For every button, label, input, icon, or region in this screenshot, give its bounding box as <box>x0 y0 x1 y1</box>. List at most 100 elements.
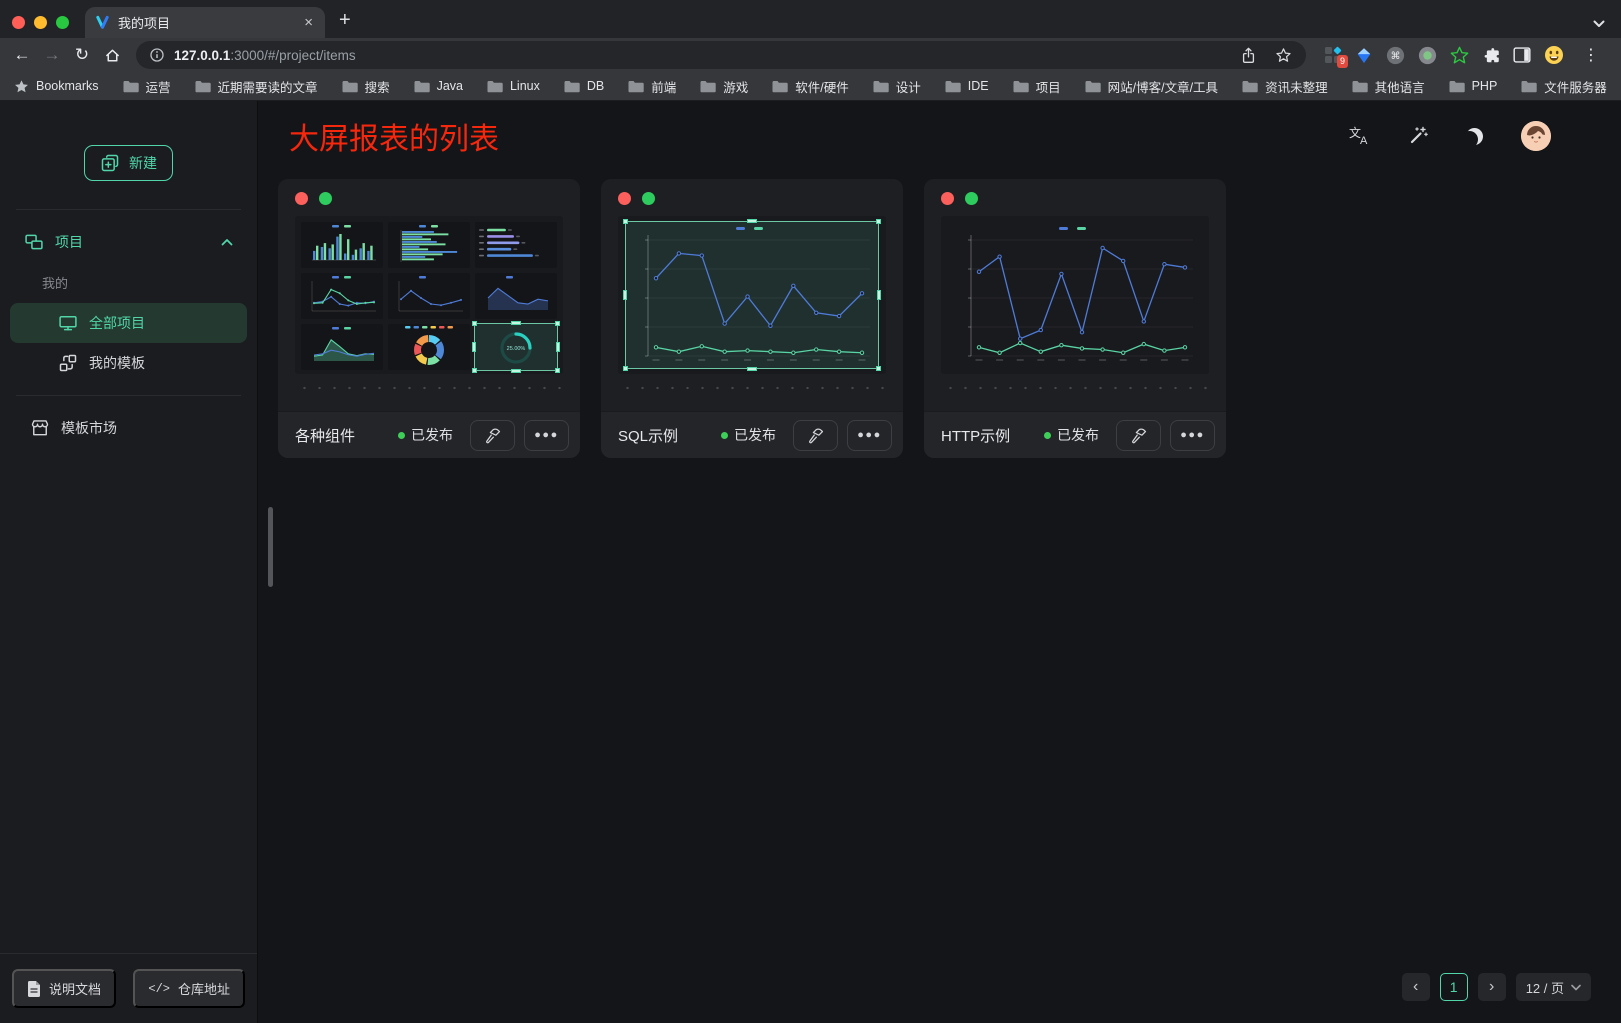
puzzle-extensions-icon[interactable] <box>1482 46 1500 64</box>
header-actions: 文A <box>1348 121 1551 151</box>
bookmark-folder[interactable]: 搜索 <box>342 77 390 96</box>
bookmark-folder[interactable]: 文件服务器 <box>1521 77 1607 96</box>
status-label: 已发布 <box>411 425 453 445</box>
bookmark-folder[interactable]: 近期需要读的文章 <box>195 77 318 96</box>
bookmark-folder[interactable]: Java <box>414 77 463 96</box>
language-icon[interactable]: 文A <box>1348 126 1370 146</box>
bookmark-folder[interactable]: 前端 <box>628 77 676 96</box>
selection-handle[interactable] <box>747 219 757 223</box>
new-tab-button[interactable]: + <box>325 9 351 38</box>
selection-handle[interactable] <box>556 342 560 352</box>
project-card[interactable]: SQL示例 已发布 ●●● <box>601 179 903 458</box>
bookmark-folder[interactable]: DB <box>564 77 604 96</box>
mini-chart-capsules <box>475 222 557 268</box>
bookmark-folder[interactable]: Linux <box>487 77 540 96</box>
selection-handle[interactable] <box>511 369 521 373</box>
bookmark-folder[interactable]: 网站/博客/文章/工具 <box>1085 77 1218 96</box>
selection-handle[interactable] <box>511 321 521 325</box>
sidebar-item-my-templates[interactable]: 我的模板 <box>10 343 247 383</box>
tab-search-chevron-icon[interactable] <box>1593 20 1621 38</box>
edit-project-button[interactable] <box>470 420 515 451</box>
selection-handle[interactable] <box>555 321 560 326</box>
selection-handle[interactable] <box>876 219 881 224</box>
mini-chart-bars <box>301 222 383 268</box>
selection-handle[interactable] <box>877 290 881 300</box>
bookmark-star-icon[interactable] <box>1275 47 1292 64</box>
sidebar-group-project[interactable]: 项目 <box>10 222 247 262</box>
sidebar-item-all-projects[interactable]: 全部项目 <box>10 303 247 343</box>
magic-wand-icon[interactable] <box>1408 126 1428 146</box>
more-actions-button[interactable]: ●●● <box>524 420 569 451</box>
selection-handle[interactable] <box>623 219 628 224</box>
selection-handle[interactable] <box>623 366 628 371</box>
emoji-extension-icon[interactable] <box>1544 45 1564 65</box>
user-avatar[interactable] <box>1521 121 1551 151</box>
selection-handle[interactable] <box>472 368 477 373</box>
close-window-button[interactable] <box>12 16 25 29</box>
project-thumbnail[interactable] <box>941 216 1209 374</box>
zoom-window-button[interactable] <box>56 16 69 29</box>
url-text[interactable]: 127.0.0.1:3000/#/project/items <box>174 48 356 63</box>
new-project-button[interactable]: 新建 <box>84 145 173 181</box>
address-bar[interactable]: 127.0.0.1:3000/#/project/items <box>136 41 1306 69</box>
selection-handle[interactable] <box>472 342 476 352</box>
folder-icon <box>1013 80 1029 93</box>
bookmark-folder[interactable]: 软件/硬件 <box>772 77 848 96</box>
card-window-dots <box>278 179 580 205</box>
folder-icon <box>414 80 430 93</box>
record-extension-icon[interactable] <box>1418 46 1437 65</box>
extension-badge: 9 <box>1337 55 1348 68</box>
sidebar-footer: 说明文档 </> 仓库地址 <box>0 953 257 1023</box>
share-icon[interactable] <box>1240 47 1257 64</box>
project-thumbnail[interactable]: 25.00% <box>295 216 563 374</box>
repo-button[interactable]: </> 仓库地址 <box>133 969 245 1008</box>
more-actions-button[interactable]: ●●● <box>1170 420 1215 451</box>
green-star-extension-icon[interactable] <box>1450 46 1469 65</box>
project-card[interactable]: HTTP示例 已发布 ●●● <box>924 179 1226 458</box>
browser-menu-icon[interactable]: ⋮ <box>1577 45 1605 65</box>
bookmark-folder[interactable]: 其他语言 <box>1352 77 1425 96</box>
chevron-up-icon[interactable] <box>221 238 233 246</box>
bookmark-folder[interactable]: 运营 <box>123 77 171 96</box>
selection-handle[interactable] <box>876 366 881 371</box>
browser-tab[interactable]: 我的项目 × <box>85 7 325 38</box>
bookmark-folder[interactable]: 设计 <box>873 77 921 96</box>
selection-handle[interactable] <box>555 368 560 373</box>
page-size-select[interactable]: 12 / 页 <box>1516 973 1591 1001</box>
home-button[interactable] <box>98 41 126 69</box>
tab-close-icon[interactable]: × <box>302 15 315 30</box>
project-card[interactable]: 25.00% 各种组件 已发布 ●●● <box>278 179 580 458</box>
next-page-button[interactable]: › <box>1478 973 1506 1001</box>
bookmark-folder[interactable]: PHP <box>1449 77 1498 96</box>
selection-handle[interactable] <box>747 367 757 371</box>
selection-handle[interactable] <box>623 290 627 300</box>
bookmark-folder[interactable]: IDE <box>945 77 989 96</box>
edit-project-button[interactable] <box>1116 420 1161 451</box>
minimize-window-button[interactable] <box>34 16 47 29</box>
prev-page-button[interactable]: ‹ <box>1402 973 1430 1001</box>
bookmark-folder[interactable]: 资讯未整理 <box>1242 77 1328 96</box>
bookmark-folder-label: 前端 <box>651 77 676 96</box>
scrollbar-thumb[interactable] <box>268 507 273 587</box>
edit-project-button[interactable] <box>793 420 838 451</box>
more-actions-button[interactable]: ●●● <box>847 420 892 451</box>
bookmark-folder[interactable]: 项目 <box>1013 77 1061 96</box>
bookmark-folder-label: 近期需要读的文章 <box>218 77 318 96</box>
sidebar-item-template-market[interactable]: 模板市场 <box>10 408 247 448</box>
side-panel-icon[interactable] <box>1513 47 1531 63</box>
current-page-button[interactable]: 1 <box>1440 973 1468 1001</box>
reload-button[interactable]: ↻ <box>68 41 96 69</box>
green-dot <box>965 192 978 205</box>
project-thumbnail[interactable] <box>618 216 886 374</box>
bookmark-folder[interactable]: 游戏 <box>700 77 748 96</box>
dark-mode-moon-icon[interactable] <box>1466 128 1483 145</box>
site-info-icon[interactable] <box>150 48 164 62</box>
bookmarks-root[interactable]: Bookmarks <box>14 79 99 94</box>
command-extension-icon[interactable]: ⌘ <box>1386 46 1405 65</box>
back-button[interactable]: ← <box>8 41 36 69</box>
docs-button[interactable]: 说明文档 <box>12 969 116 1008</box>
window-controls[interactable] <box>0 16 85 38</box>
selection-handle[interactable] <box>472 321 477 326</box>
gem-extension-icon[interactable] <box>1355 46 1373 65</box>
grid-extension-icon[interactable]: 9 <box>1324 46 1342 64</box>
